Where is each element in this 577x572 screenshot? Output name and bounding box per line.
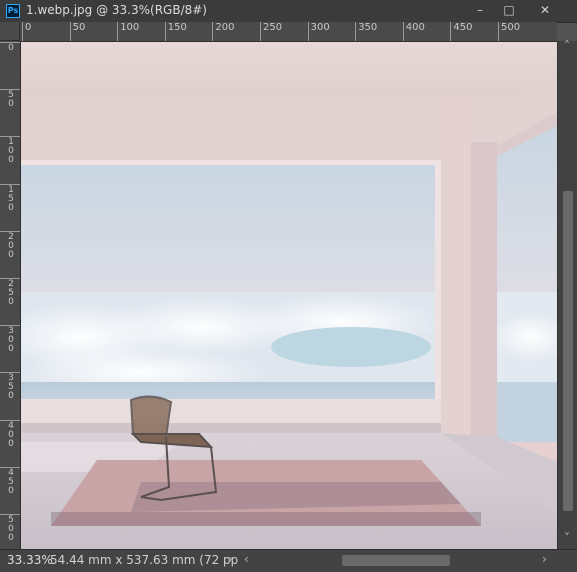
ruler-tick-label: 50	[69, 22, 85, 41]
ruler-tick-label: 0	[0, 42, 20, 83]
ruler-tick-label: 300	[307, 22, 330, 41]
scroll-up-icon[interactable]: ˄	[564, 39, 570, 53]
vertical-ruler[interactable]: 0 50 100 150 200 250 300 350 400 450 500	[0, 41, 21, 549]
ruler-tick-label: 350	[355, 22, 377, 41]
scroll-down-icon[interactable]: ˅	[564, 531, 570, 545]
maximize-button[interactable]: □	[496, 1, 522, 19]
scroll-left-icon[interactable]: ‹	[244, 552, 249, 566]
minimize-icon: –	[477, 3, 483, 17]
document-size-info: 54.44 mm x 537.63 mm (72 pp	[50, 553, 239, 567]
ruler-tick-label: 200	[212, 22, 234, 41]
ruler-tick-label: 100	[0, 136, 20, 177]
ruler-tick-label: 400	[402, 22, 425, 41]
canvas-image	[21, 42, 557, 549]
minimize-button[interactable]: –	[467, 1, 493, 19]
ruler-tick-label: 200	[0, 230, 20, 272]
horizontal-ruler[interactable]: 0 50 100 150 200 250 300 350 400 450 500	[20, 22, 557, 42]
close-button[interactable]: ✕	[532, 1, 558, 19]
ruler-tick-label: 500	[498, 22, 520, 41]
maximize-icon: □	[503, 3, 515, 17]
ruler-tick-label: 400	[0, 419, 20, 461]
ruler-tick-label: 450	[0, 466, 20, 508]
status-menu-arrow-icon[interactable]: ›	[228, 552, 233, 566]
scroll-right-icon[interactable]: ›	[542, 552, 547, 566]
document-canvas[interactable]	[21, 42, 557, 549]
ruler-tick-label: 0	[22, 22, 31, 41]
horizontal-scroll-thumb[interactable]	[342, 555, 450, 566]
document-title[interactable]: 1.webp.jpg @ 33.3%(RGB/8#)	[26, 3, 207, 17]
zoom-level[interactable]: 33.33%	[7, 553, 53, 567]
ruler-tick-label: 250	[260, 22, 282, 41]
ruler-tick-label: 100	[117, 22, 139, 41]
ruler-origin[interactable]	[0, 22, 20, 41]
ruler-tick-label: 50	[0, 89, 20, 130]
vertical-scrollbar[interactable]: ˄ ˅	[557, 39, 577, 549]
photoshop-icon: Ps	[6, 4, 20, 18]
ruler-tick-label: 350	[0, 372, 20, 413]
vertical-scroll-thumb[interactable]	[563, 191, 573, 511]
document-tab-bar: Ps 1.webp.jpg @ 33.3%(RGB/8#) – □ ✕	[0, 0, 577, 23]
ruler-tick-label: 450	[450, 22, 472, 41]
ruler-tick-label: 150	[0, 183, 20, 225]
ruler-tick-label: 300	[0, 325, 20, 366]
ruler-tick-label: 150	[164, 22, 187, 41]
status-bar: 54.44 mm x 537.63 mm (72 pp 33.33% › ‹ ›	[0, 549, 577, 572]
ruler-tick-label: 500	[0, 514, 20, 549]
close-icon: ✕	[539, 3, 551, 17]
ruler-tick-label: 250	[0, 278, 20, 319]
